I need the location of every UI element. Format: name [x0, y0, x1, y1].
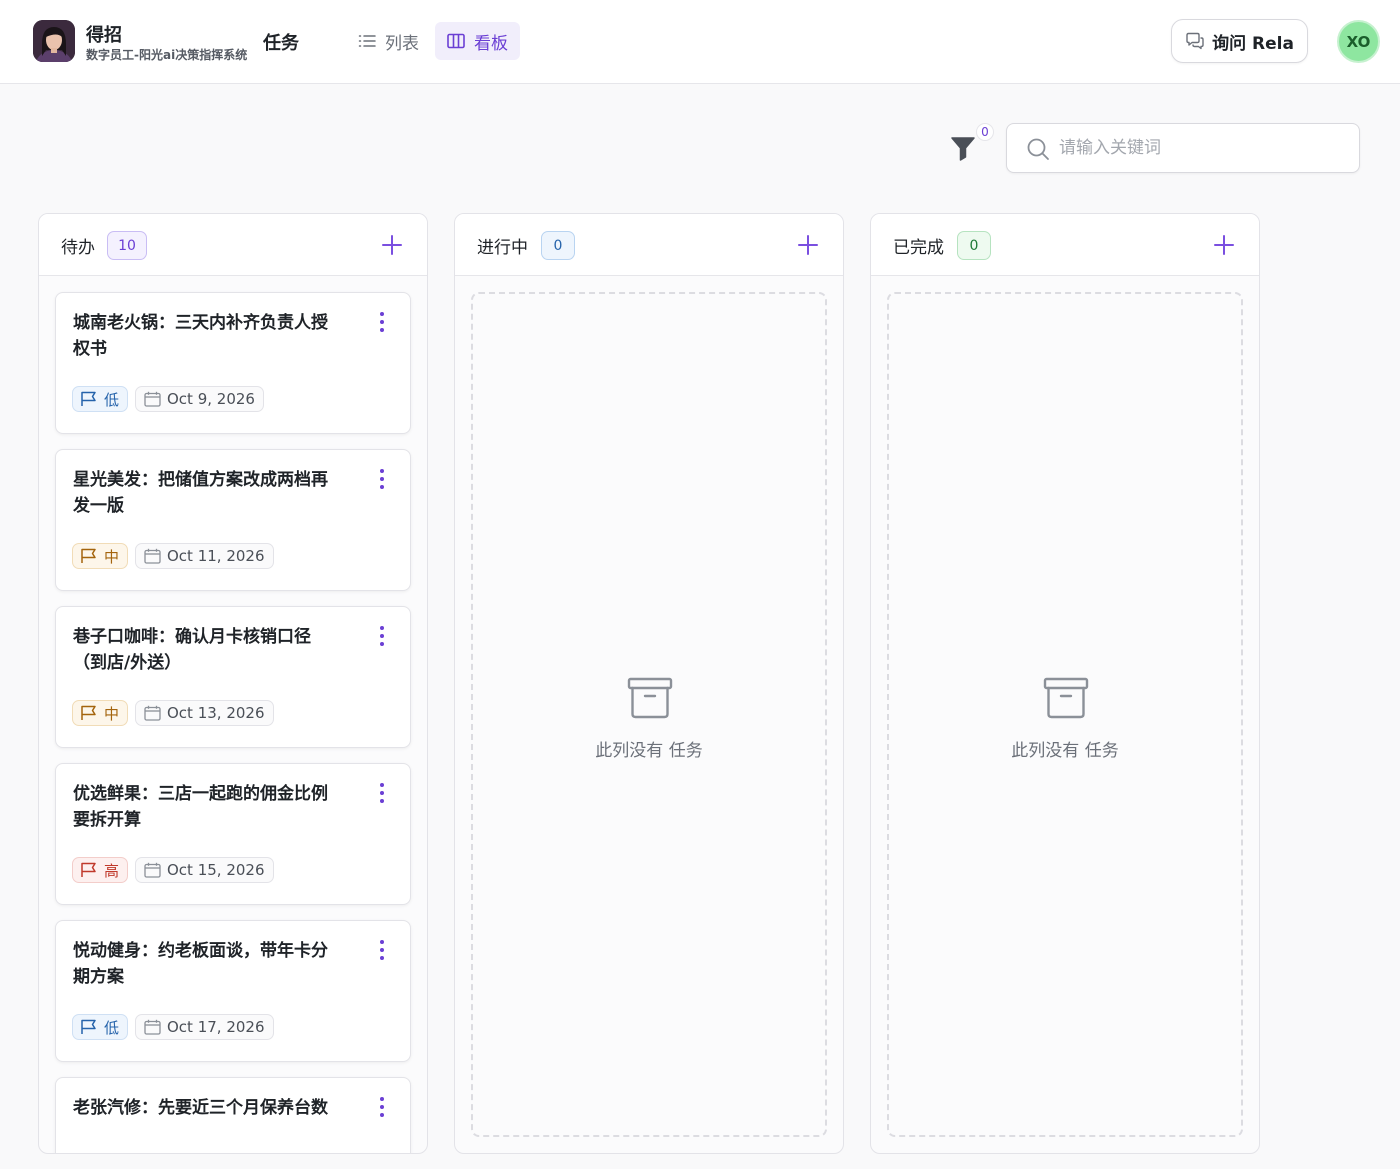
due-date-label: Oct 13, 2026 [167, 704, 265, 722]
page-title: 任务 [263, 33, 299, 54]
priority-badge[interactable]: 中 [72, 543, 129, 569]
task-card[interactable]: 星光美发：把储值方案改成两档再发一版中 Oct 11, 2026 [55, 449, 411, 591]
add-task-button[interactable] [379, 232, 405, 258]
due-date-label: Oct 11, 2026 [167, 547, 265, 565]
more-vertical-icon [380, 312, 384, 332]
more-vertical-icon [380, 1097, 384, 1117]
search-icon [1027, 138, 1049, 160]
column-header: 待办 10 [39, 214, 427, 276]
add-task-button[interactable] [795, 232, 821, 258]
archive-box-icon [1043, 677, 1089, 719]
list-icon [358, 35, 376, 47]
column-count-badge: 10 [107, 231, 147, 260]
column-title: 进行中 [477, 238, 528, 258]
task-card[interactable]: 悦动健身：约老板面谈，带年卡分期方案低 Oct 17, 2026 [55, 920, 411, 1062]
column-count-badge: 0 [957, 231, 991, 260]
top-bar: 得招 数字员工-阳光ai决策指挥系统 任务 列表 看板 询问 Rela XO [0, 0, 1400, 84]
task-title: 城南老火锅：三天内补齐负责人授权书 [73, 313, 328, 359]
task-card[interactable]: 优选鲜果：三店一起跑的佣金比例要拆开算高 Oct 15, 2026 [55, 763, 411, 905]
empty-column-text: 此列没有 任务 [595, 741, 703, 761]
user-avatar[interactable]: XO [1337, 20, 1380, 63]
priority-label: 低 [104, 390, 120, 409]
filter-button[interactable] [950, 134, 978, 164]
due-date-badge[interactable]: Oct 17, 2026 [135, 1014, 274, 1040]
filter-count-badge: 0 [976, 123, 994, 141]
more-vertical-icon [380, 626, 384, 646]
brand-avatar[interactable] [33, 20, 75, 62]
flag-icon [81, 1019, 96, 1034]
calendar-icon [144, 862, 161, 878]
due-date-badge[interactable]: Oct 11, 2026 [135, 543, 274, 569]
due-date-badge[interactable]: Oct 9, 2026 [135, 386, 264, 412]
column-todo: 待办 10 城南老火锅：三天内补齐负责人授权书低 Oct 9, 2026 星光美发：… [38, 213, 428, 1154]
calendar-icon [144, 391, 161, 407]
priority-badge[interactable]: 高 [72, 857, 129, 883]
flag-icon [81, 391, 96, 406]
filter-icon [951, 137, 975, 161]
flag-icon [81, 548, 96, 563]
due-date-badge[interactable]: Oct 13, 2026 [135, 700, 274, 726]
task-title: 巷子口咖啡：确认月卡核销口径（到店/外送） [73, 627, 311, 673]
ask-rela-label: 询问 Rela [1212, 33, 1294, 54]
more-vertical-icon [380, 469, 384, 489]
due-date-label: Oct 9, 2026 [167, 390, 255, 408]
task-menu-button[interactable] [378, 939, 386, 961]
task-title: 优选鲜果：三店一起跑的佣金比例要拆开算 [73, 784, 328, 830]
task-menu-button[interactable] [378, 625, 386, 647]
plus-icon [1214, 235, 1234, 255]
task-menu-button[interactable] [378, 311, 386, 333]
column-done: 已完成 0 此列没有 任务 [870, 213, 1260, 1154]
archive-box-icon [627, 677, 673, 719]
calendar-icon [144, 1019, 161, 1035]
column-count-badge: 0 [541, 231, 575, 260]
empty-drop-zone[interactable]: 此列没有 任务 [471, 292, 827, 1137]
task-title: 老张汽修：先要近三个月保养台数 [73, 1098, 328, 1118]
plus-icon [382, 235, 402, 255]
search-box[interactable] [1006, 123, 1360, 173]
due-date-badge[interactable]: Oct 15, 2026 [135, 857, 274, 883]
column-header: 进行中 0 [455, 214, 843, 276]
empty-drop-zone[interactable]: 此列没有 任务 [887, 292, 1243, 1137]
calendar-icon [144, 705, 161, 721]
task-title: 悦动健身：约老板面谈，带年卡分期方案 [73, 941, 328, 987]
tab-list-view[interactable]: 列表 [346, 22, 431, 60]
column-header: 已完成 0 [871, 214, 1259, 276]
task-card[interactable]: 巷子口咖啡：确认月卡核销口径（到店/外送） 中 Oct 13, 2026 [55, 606, 411, 748]
task-menu-button[interactable] [378, 1096, 386, 1118]
more-vertical-icon [380, 783, 384, 803]
column-title: 已完成 [893, 238, 944, 258]
flag-icon [81, 705, 96, 720]
ask-rela-button[interactable]: 询问 Rela [1171, 19, 1308, 63]
priority-badge[interactable]: 低 [72, 1014, 129, 1040]
priority-label: 中 [104, 704, 120, 723]
calendar-icon [144, 548, 161, 564]
priority-label: 低 [104, 1018, 120, 1037]
brand-subtitle: 数字员工-阳光ai决策指挥系统 [86, 48, 248, 62]
tab-board-view[interactable]: 看板 [435, 22, 520, 60]
search-input[interactable] [1059, 124, 1349, 172]
task-card[interactable]: 城南老火锅：三天内补齐负责人授权书低 Oct 9, 2026 [55, 292, 411, 434]
task-card[interactable]: 老张汽修：先要近三个月保养台数 [55, 1077, 411, 1153]
task-menu-button[interactable] [378, 782, 386, 804]
priority-label: 中 [104, 547, 120, 566]
due-date-label: Oct 17, 2026 [167, 1018, 265, 1036]
more-vertical-icon [380, 940, 384, 960]
add-task-button[interactable] [1211, 232, 1237, 258]
chat-icon [1186, 32, 1204, 50]
empty-column-text: 此列没有 任务 [1011, 741, 1119, 761]
kanban-icon [447, 33, 465, 49]
task-menu-button[interactable] [378, 468, 386, 490]
column-in-progress: 进行中 0 此列没有 任务 [454, 213, 844, 1154]
task-title: 星光美发：把储值方案改成两档再发一版 [73, 470, 328, 516]
flag-icon [81, 862, 96, 877]
tab-board-label: 看板 [474, 33, 508, 54]
priority-badge[interactable]: 中 [72, 700, 129, 726]
plus-icon [798, 235, 818, 255]
due-date-label: Oct 15, 2026 [167, 861, 265, 879]
tab-list-label: 列表 [385, 33, 419, 54]
column-title: 待办 [61, 238, 95, 258]
priority-badge[interactable]: 低 [72, 386, 129, 412]
brand-name: 得招 [86, 25, 122, 46]
priority-label: 高 [104, 861, 120, 880]
